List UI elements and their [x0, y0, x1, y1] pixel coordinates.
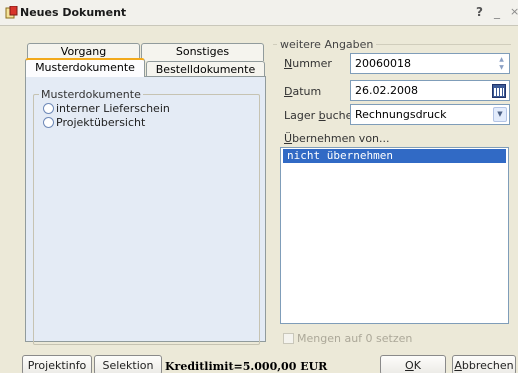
musterdokumente-group: Musterdokumente interner Lieferschein Pr… [33, 88, 260, 345]
datum-value: 26.02.2008 [355, 84, 418, 97]
radio-label: interner Lieferschein [56, 102, 170, 115]
radio-projektuebersicht[interactable]: Projektübersicht [43, 116, 145, 129]
datum-label: Datum [284, 85, 322, 98]
list-item[interactable]: nicht übernehmen [283, 149, 506, 163]
tab-musterdokumente[interactable]: Musterdokumente [25, 58, 145, 77]
projektinfo-button[interactable]: Projektinfo [22, 355, 92, 373]
weitere-angaben-legend: weitere Angaben [277, 38, 377, 51]
nummer-field[interactable]: 20060018 ▲ ▼ [350, 53, 510, 74]
mengen-checkbox[interactable] [283, 333, 294, 344]
minimize-button[interactable]: _ [494, 5, 500, 19]
radio-label: Projektübersicht [56, 116, 146, 129]
kreditlimit-text: Kreditlimit=5.000,00 EUR [165, 360, 328, 373]
lager-buchen-value: Rechnungsdruck [355, 108, 447, 121]
selektion-button[interactable]: Selektion [94, 355, 162, 373]
mengen-checkbox-label: Mengen auf 0 setzen [297, 332, 413, 345]
nummer-label: Nummer [284, 57, 332, 70]
app-icon [5, 6, 18, 19]
uebernehmen-label: Übernehmen von... [284, 132, 390, 145]
radio-interner-lieferschein[interactable]: interner Lieferschein [43, 102, 170, 115]
window-title: Neues Dokument [20, 6, 127, 19]
tab-sonstiges[interactable]: Sonstiges [141, 43, 264, 61]
radio-button[interactable] [43, 103, 54, 114]
tab-bestelldokumente[interactable]: Bestelldokumente [146, 61, 265, 77]
chevron-down-icon[interactable]: ▼ [493, 107, 507, 122]
nummer-value: 20060018 [355, 57, 411, 70]
uebernehmen-listbox[interactable]: nicht übernehmen [280, 147, 509, 324]
mengen-checkbox-row[interactable]: Mengen auf 0 setzen [283, 332, 412, 345]
lager-buchen-dropdown[interactable]: Rechnungsdruck ▼ [350, 104, 510, 125]
abbrechen-button[interactable]: Abbrechen [452, 355, 516, 373]
calendar-icon[interactable] [492, 84, 506, 98]
lager-buchen-label: Lager buchen [284, 109, 360, 122]
datum-field[interactable]: 26.02.2008 [350, 80, 510, 101]
ok-button[interactable]: OK [380, 355, 446, 373]
tab-panel: Musterdokumente interner Lieferschein Pr… [25, 76, 266, 345]
radio-button[interactable] [43, 117, 54, 128]
help-button[interactable]: ? [476, 5, 483, 19]
group-label: Musterdokumente [39, 88, 143, 101]
close-button[interactable]: × [510, 5, 518, 18]
nummer-spin-icon[interactable]: ▲ ▼ [496, 56, 507, 72]
title-bar: Neues Dokument ? _ × [0, 0, 518, 26]
